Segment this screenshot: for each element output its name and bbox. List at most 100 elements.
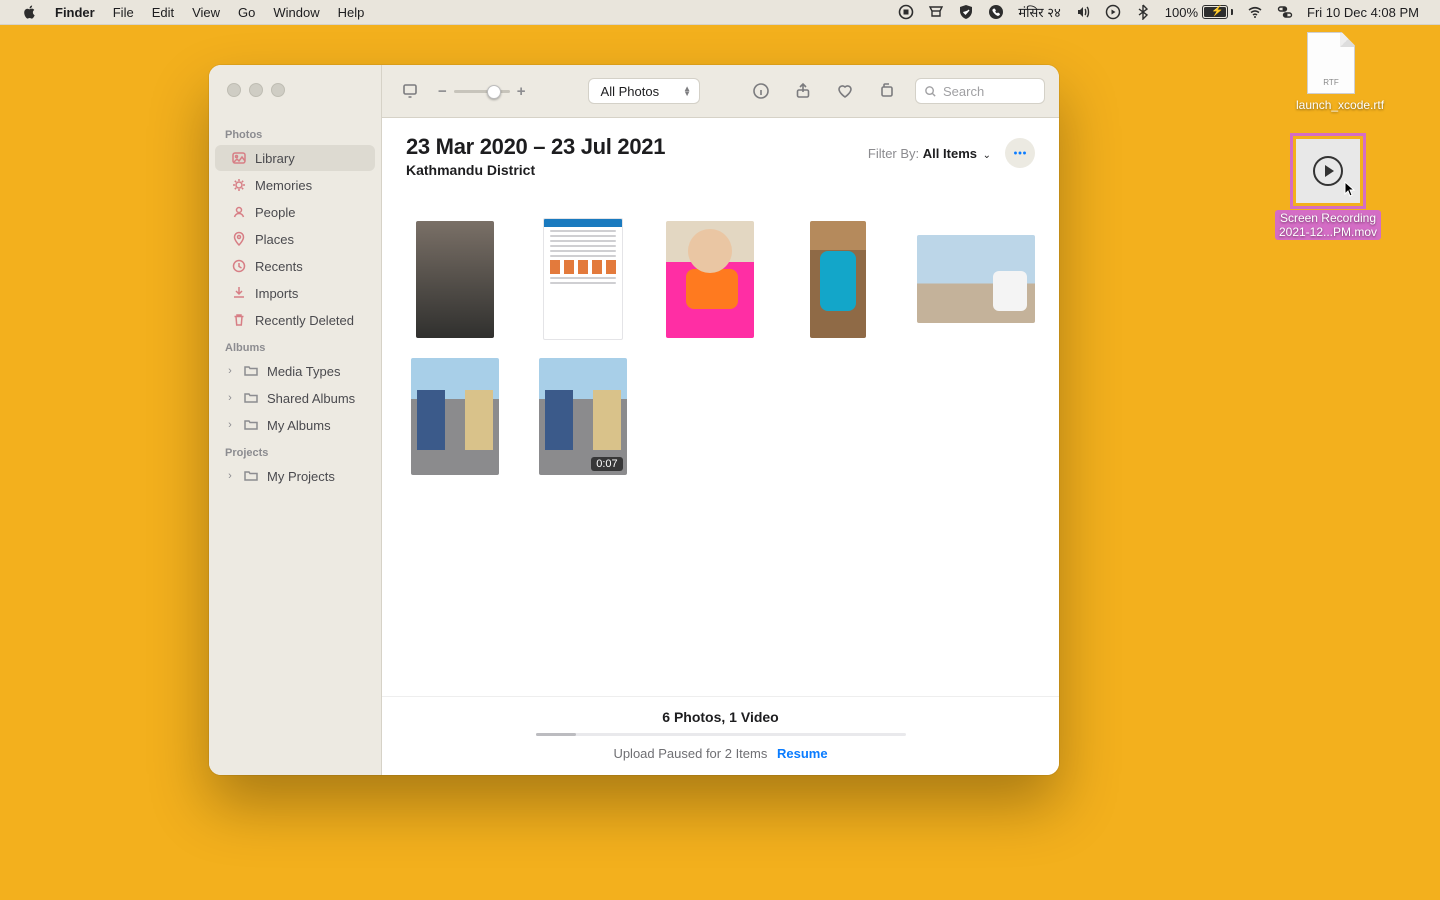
menubar-nowplaying-icon[interactable] (1098, 0, 1128, 24)
people-icon (231, 204, 247, 220)
content-header: 23 Mar 2020 – 23 Jul 2021 Kathmandu Dist… (382, 118, 1059, 182)
menu-go[interactable]: Go (229, 0, 264, 24)
zoom-thumb[interactable] (487, 85, 501, 99)
main-pane: − + All Photos ▲▼ Search 23 Mar 2020 – (382, 65, 1059, 775)
chevron-down-icon: ⌄ (983, 150, 991, 161)
sidebar-item-label: My Projects (267, 469, 335, 484)
sidebar-item-label: People (255, 205, 295, 220)
menu-file[interactable]: File (104, 0, 143, 24)
filter-label: Filter By: (868, 146, 919, 161)
sidebar-section-projects: Projects (209, 439, 381, 462)
sidebar-item-recents[interactable]: Recents (215, 253, 375, 279)
sidebar-item-recently-deleted[interactable]: Recently Deleted (215, 307, 375, 333)
ellipsis-icon (1011, 144, 1029, 162)
sidebar-item-label: Library (255, 151, 295, 166)
location-subtitle: Kathmandu District (406, 162, 665, 178)
zoom-track[interactable] (454, 90, 510, 93)
search-input[interactable]: Search (915, 78, 1045, 104)
more-button[interactable] (1005, 138, 1035, 168)
menubar-bluetooth-icon[interactable] (1128, 0, 1158, 24)
upload-status-text: Upload Paused for 2 Items (613, 746, 767, 761)
favorite-button[interactable] (831, 77, 859, 105)
updown-icon: ▲▼ (683, 86, 691, 96)
view-selector-label: All Photos (601, 84, 660, 99)
photo-thumbnail[interactable] (543, 218, 623, 340)
imports-icon (231, 285, 247, 301)
sidebar: Photos Library Memories People Places Re… (209, 65, 382, 775)
sidebar-item-label: Imports (255, 286, 298, 301)
menubar-clock[interactable]: Fri 10 Dec 4:08 PM (1300, 0, 1426, 24)
footer: 6 Photos, 1 Video Upload Paused for 2 It… (382, 696, 1059, 775)
zoom-button[interactable] (271, 83, 285, 97)
menu-view[interactable]: View (183, 0, 229, 24)
sidebar-item-imports[interactable]: Imports (215, 280, 375, 306)
menubar-control-center-icon[interactable] (1270, 0, 1300, 24)
sidebar-item-label: Media Types (267, 364, 340, 379)
menu-window[interactable]: Window (264, 0, 328, 24)
sidebar-item-my-projects[interactable]: › My Projects (215, 463, 375, 489)
aspect-button[interactable] (396, 77, 424, 105)
sidebar-item-label: Places (255, 232, 294, 247)
library-icon (231, 150, 247, 166)
folder-icon (243, 390, 259, 406)
photo-thumbnail[interactable] (416, 221, 494, 338)
view-selector[interactable]: All Photos ▲▼ (588, 78, 700, 104)
rtf-file-icon: RTF (1307, 32, 1355, 94)
resume-link[interactable]: Resume (777, 746, 828, 761)
apple-menu[interactable] (14, 0, 46, 24)
zoom-out-icon[interactable]: − (438, 83, 447, 100)
places-icon (231, 231, 247, 247)
sidebar-item-media-types[interactable]: › Media Types (215, 358, 375, 384)
battery-icon: ⚡ (1202, 5, 1233, 19)
menubar-tray-icon[interactable] (921, 0, 951, 24)
photos-window: Photos Library Memories People Places Re… (209, 65, 1059, 775)
desktop-file-mov[interactable]: Screen Recording2021-12...PM.mov (1268, 136, 1388, 240)
sidebar-item-memories[interactable]: Memories (215, 172, 375, 198)
photo-thumbnail[interactable] (810, 221, 866, 338)
zoom-in-icon[interactable]: + (517, 83, 526, 100)
zoom-slider[interactable]: − + (438, 83, 526, 100)
menubar-app[interactable]: Finder (46, 0, 104, 24)
menubar-volume-icon[interactable] (1068, 0, 1098, 24)
menu-edit[interactable]: Edit (143, 0, 183, 24)
sidebar-item-library[interactable]: Library (215, 145, 375, 171)
close-button[interactable] (227, 83, 241, 97)
rtf-file-label: launch_xcode.rtf (1296, 98, 1366, 112)
video-thumbnail[interactable]: 0:07 (539, 358, 627, 475)
desktop-file-rtf[interactable]: RTF launch_xcode.rtf (1296, 32, 1366, 112)
content: 23 Mar 2020 – 23 Jul 2021 Kathmandu Dist… (382, 118, 1059, 775)
photo-thumbnail[interactable] (917, 235, 1035, 323)
sidebar-item-people[interactable]: People (215, 199, 375, 225)
menubar-battery[interactable]: 100% ⚡ (1158, 0, 1240, 24)
menubar-wifi-icon[interactable] (1240, 0, 1270, 24)
rotate-button[interactable] (873, 77, 901, 105)
sidebar-item-label: Recents (255, 259, 303, 274)
menubar-viber-icon[interactable] (981, 0, 1011, 24)
memories-icon (231, 177, 247, 193)
chevron-right-icon: › (225, 470, 235, 482)
search-placeholder: Search (943, 84, 984, 99)
trash-icon (231, 312, 247, 328)
menubar-date-extra[interactable]: मंसिर २४ (1011, 0, 1067, 24)
folder-icon (243, 468, 259, 484)
share-button[interactable] (789, 77, 817, 105)
photo-thumbnail[interactable] (411, 358, 499, 475)
mov-file-icon (1293, 136, 1363, 206)
menubar-record-icon[interactable] (891, 0, 921, 24)
chevron-right-icon: › (225, 419, 235, 431)
upload-progress (536, 733, 906, 736)
minimize-button[interactable] (249, 83, 263, 97)
filter-control[interactable]: Filter By: All Items ⌄ (868, 146, 991, 161)
sidebar-item-label: Recently Deleted (255, 313, 354, 328)
sidebar-item-shared-albums[interactable]: › Shared Albums (215, 385, 375, 411)
sidebar-item-places[interactable]: Places (215, 226, 375, 252)
menu-help[interactable]: Help (329, 0, 374, 24)
folder-icon (243, 363, 259, 379)
info-button[interactable] (747, 77, 775, 105)
mov-file-label: Screen Recording2021-12...PM.mov (1275, 210, 1381, 240)
menubar-shield-icon[interactable] (951, 0, 981, 24)
cursor-icon (1344, 181, 1356, 197)
photo-grid: 0:07 (382, 182, 1059, 485)
photo-thumbnail[interactable] (666, 221, 754, 338)
sidebar-item-my-albums[interactable]: › My Albums (215, 412, 375, 438)
